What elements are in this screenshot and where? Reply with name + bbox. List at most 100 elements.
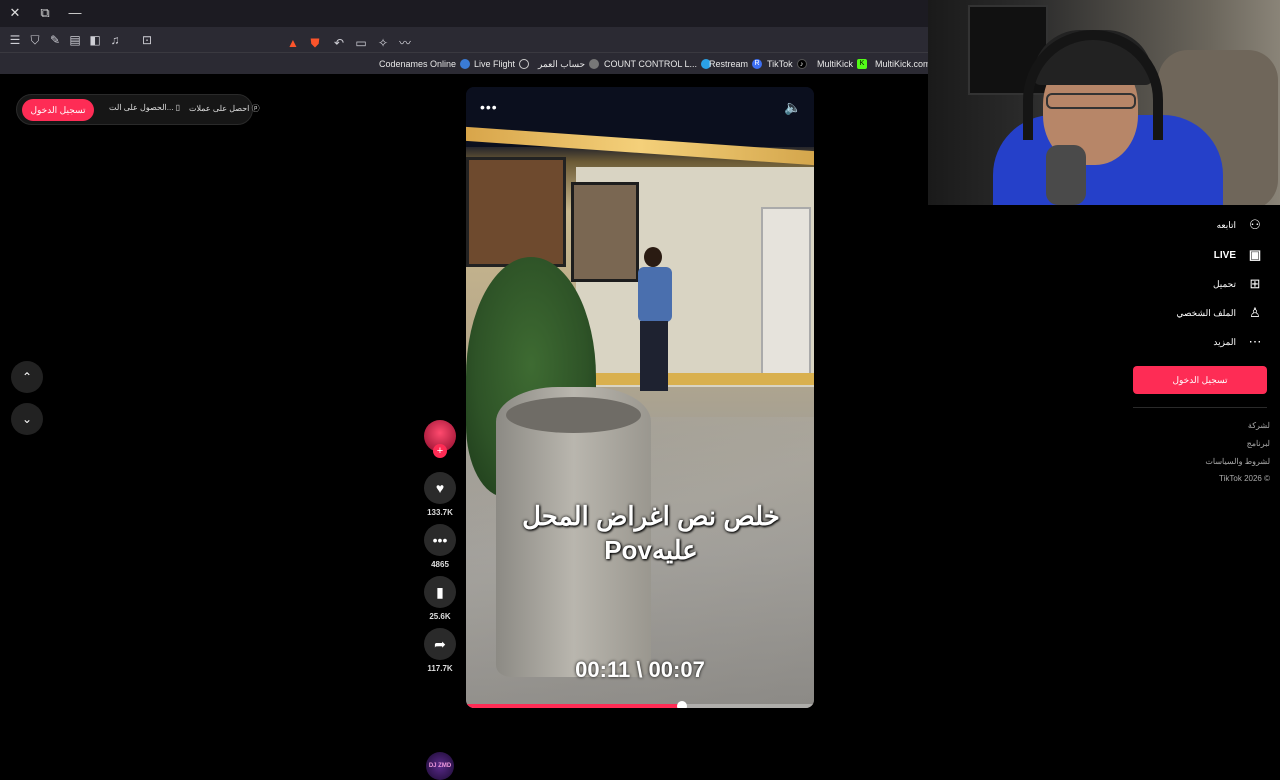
get-app-link[interactable]: الحصول على الت... ▯ (109, 103, 180, 112)
chevron-up-icon: ⌃ (21, 370, 33, 384)
tabs-icon[interactable]: ▤ (66, 31, 84, 49)
pen-icon[interactable]: ✎ (46, 31, 64, 49)
like-count: 133.7K (427, 508, 453, 517)
follow-user-icon: ⚇ (1249, 217, 1261, 232)
sidebar-item-live[interactable]: LIVE ▣ (1214, 244, 1264, 266)
minimize-window-icon[interactable]: — (64, 4, 86, 22)
signal-icon[interactable]: 〰 (396, 34, 414, 52)
sidebar-item-label: LIVE (1213, 249, 1236, 261)
bookmark-multikick-com[interactable]: MultiKick.com (875, 56, 931, 72)
video-progress-bar[interactable] (466, 701, 814, 708)
microphone-icon (1046, 145, 1086, 205)
bookmark-count-control[interactable]: COUNT CONTROL L... (604, 56, 712, 72)
more-dots-icon: ⋯ (1248, 334, 1262, 349)
sidebar-item-label: الملف الشخصي (1176, 307, 1236, 318)
browser-toolbar: ☰ ⛉ ✎ ▤ ◧ ♫ ⊡ ▲ ⛊ ↶ ▭ ✧ 〰 (0, 27, 928, 53)
bookmark-label: MultiKick (817, 59, 854, 69)
bookmark-live-flight[interactable]: Live Flight (474, 56, 530, 72)
live-tv-icon: ▣ (1248, 247, 1262, 262)
comment-button[interactable]: ••• (424, 524, 456, 556)
bookmark-label: Restream (709, 59, 749, 69)
share-count: 117.7K (427, 664, 453, 673)
bookmark-tiktok[interactable]: TikTok ♪ (767, 56, 807, 72)
heart-icon: ♥ (435, 480, 445, 496)
bookmark-label: Live Flight (474, 59, 516, 69)
brave-shield-icon[interactable]: ⛊ (306, 34, 324, 52)
footer-link-company[interactable]: لشركة (1248, 421, 1270, 430)
cast-icon[interactable]: ▭ (352, 34, 370, 52)
phone-icon: ▯ (175, 103, 181, 112)
close-window-icon[interactable]: ✕ (4, 4, 26, 22)
flight-icon (519, 59, 530, 69)
menu-icon[interactable]: ☰ (6, 31, 24, 49)
chevron-down-icon: ⌄ (21, 412, 33, 426)
bookmark-codenames[interactable]: Codenames Online (379, 56, 471, 72)
bookmarks-bar: Codenames Online Live Flight حساب العمر … (0, 53, 931, 74)
restream-icon: R (752, 59, 763, 69)
codenames-icon (460, 59, 471, 69)
footer-link-program[interactable]: لبرنامج (1247, 439, 1270, 448)
speaker-icon[interactable]: 🔈 (784, 99, 801, 116)
profile-icon: ♙ (1249, 305, 1261, 320)
footer-copyright: TikTok 2026 © (1219, 474, 1270, 483)
age-calc-icon (589, 59, 600, 69)
save-button[interactable]: ▮ (424, 576, 456, 608)
shield-icon[interactable]: ⛉ (26, 31, 44, 49)
bookmark-age-calc[interactable]: حساب العمر (538, 56, 600, 72)
music-icon[interactable]: ♫ (106, 31, 124, 49)
sidebar-toggle-icon[interactable]: ◧ (86, 31, 104, 49)
extension-tray: ▲ ⛊ ↶ ▭ ✧ 〰 (280, 30, 420, 50)
wand-icon[interactable]: ✧ (374, 34, 392, 52)
video-menu-icon[interactable]: ••• (480, 99, 498, 115)
upload-plus-icon: ⊞ (1249, 276, 1261, 291)
get-coins-label: احصل على عملات (189, 104, 250, 113)
sidebar-divider (1133, 407, 1267, 408)
video-player[interactable]: ••• 🔈 خلص نص اغراض المحل عليهPov 00:11 \… (466, 87, 814, 708)
bookmark-restream[interactable]: Restream R (709, 56, 763, 72)
back-arrow-icon[interactable]: ↶ (330, 34, 348, 52)
get-coins-link[interactable]: احصل على عملات ⓟ (189, 103, 260, 114)
share-arrow-icon: ➦ (434, 636, 446, 652)
coin-icon: ⓟ (251, 104, 260, 113)
music-disc-icon[interactable]: DJ ZMD (426, 752, 454, 780)
sidebar-item-label: اتابعه (1216, 219, 1236, 230)
caption-line: عليهPov (604, 535, 698, 565)
bookmark-label: Codenames Online (379, 59, 457, 69)
previous-video-button[interactable]: ⌃ (11, 361, 43, 393)
browser-titlebar: ✕ ⧉ — (0, 0, 928, 27)
sidebar-item-following[interactable]: اتابعه ⚇ (1217, 214, 1264, 236)
bookmark-label: TikTok (767, 59, 793, 69)
login-button[interactable]: تسجيل الدخول (22, 99, 94, 121)
tiktok-icon: ♪ (796, 59, 807, 69)
like-button[interactable]: ♥ (424, 472, 456, 504)
sidebar-login-button[interactable]: تسجيل الدخول (1133, 366, 1267, 394)
footer-link-terms[interactable]: لشروط والسياسات (1205, 457, 1270, 466)
top-action-pill: تسجيل الدخول الحصول على الت... ▯ احصل عل… (16, 94, 260, 125)
progress-scrubber[interactable] (676, 701, 687, 708)
sidebar-item-upload[interactable]: تحميل ⊞ (1213, 273, 1264, 295)
video-caption: خلص نص اغراض المحل عليهPov (486, 499, 814, 567)
webcam-glasses (1046, 93, 1136, 109)
comment-icon: ••• (432, 532, 448, 548)
kick-icon: K (857, 59, 868, 69)
next-video-button[interactable]: ⌄ (11, 403, 43, 435)
screenshot-icon[interactable]: ⊡ (138, 31, 156, 49)
video-frame-window (571, 182, 639, 282)
follow-plus-icon[interactable]: + (433, 444, 447, 458)
video-timestamp: 00:11 \ 00:07 (575, 657, 705, 682)
restore-window-icon[interactable]: ⧉ (34, 4, 56, 22)
sidebar-item-more[interactable]: المزيد ⋯ (1213, 331, 1264, 353)
share-button[interactable]: ➦ (424, 628, 456, 660)
brave-rewards-icon[interactable]: ▲ (284, 34, 302, 52)
save-count: 25.6K (429, 612, 451, 621)
get-app-label: الحصول على الت... (109, 103, 174, 112)
bookmark-multikick[interactable]: MultiKick K (817, 56, 868, 72)
sidebar-item-profile[interactable]: الملف الشخصي ♙ (1176, 302, 1264, 324)
creator-avatar[interactable]: + (424, 420, 456, 458)
caption-line: خلص نص اغراض المحل (522, 501, 780, 531)
video-frame-window (466, 157, 566, 267)
bookmark-label: MultiKick.com (875, 59, 931, 69)
bookmark-label: حساب العمر (538, 59, 586, 69)
video-frame-person (634, 247, 674, 397)
video-frame-bench (576, 373, 814, 385)
